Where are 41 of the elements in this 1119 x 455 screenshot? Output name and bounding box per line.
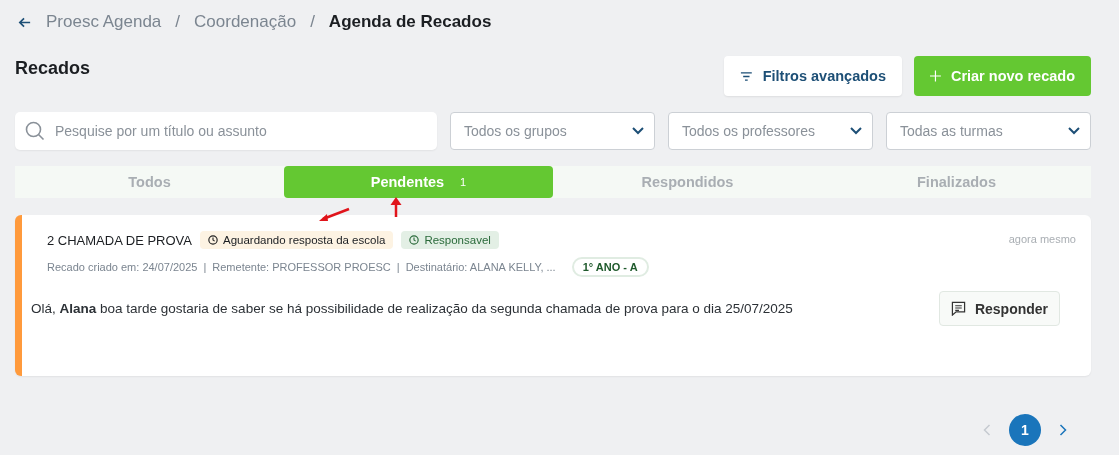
breadcrumb-item: Agenda de Recados [328, 12, 492, 32]
breadcrumb-separator: / [310, 12, 315, 32]
meta-separator: | [396, 261, 400, 273]
meta-separator: | [203, 261, 207, 273]
search-icon [25, 121, 45, 141]
annotation-arrow [389, 196, 403, 218]
next-page-icon[interactable] [1059, 424, 1067, 436]
role-tag: Responsavel [401, 231, 499, 249]
timestamp: agora mesmo [1008, 233, 1076, 245]
tab[interactable]: Pendentes 1 [284, 166, 553, 198]
clock-icon [207, 235, 218, 245]
dropdown[interactable]: Todas as turmas [886, 112, 1091, 150]
reply-button[interactable]: Responder [939, 291, 1060, 326]
tab[interactable]: Todos [15, 166, 284, 198]
message-meta: Destinatário: ALANA KELLY, ... [405, 261, 556, 273]
breadcrumb-item[interactable]: Coordenação [194, 12, 297, 32]
clock-icon [409, 235, 420, 245]
breadcrumb-separator: / [175, 12, 181, 32]
message-meta: Remetente: PROFESSOR PROESC [212, 261, 391, 273]
message-title: 2 CHAMADA DE PROVA [47, 232, 192, 248]
chat-icon [950, 301, 966, 316]
breadcrumb-item[interactable]: Proesc Agenda [46, 12, 162, 32]
annotation-arrow [317, 207, 351, 223]
dropdown[interactable]: Todos os professores [668, 112, 873, 150]
status-tag: Aguardando resposta da escola [199, 231, 394, 249]
message-body: Olá, Alana boa tarde gostaria de saber se há possibilidade de realização da segunda chamada de prova para o dia 25/07/2025 [31, 301, 793, 316]
plus-icon [930, 69, 941, 83]
chevron-down-icon [632, 127, 644, 135]
tab[interactable]: Finalizados [822, 166, 1091, 198]
create-button[interactable]: Criar novo recado [914, 56, 1091, 96]
chevron-down-icon [850, 127, 862, 135]
filter-icon [740, 70, 753, 82]
class-tag: 1° ANO - A [571, 257, 649, 277]
page-title: Recados [15, 58, 91, 79]
page-button[interactable]: 1 [1009, 414, 1041, 446]
message-meta: Recado criado em: 24/07/2025 [47, 261, 198, 273]
dropdown[interactable]: Todos os grupos [450, 112, 655, 150]
search-field[interactable]: Pesquise por um título ou assunto [15, 112, 437, 150]
advanced-filters-button[interactable]: Filtros avançados [724, 56, 902, 96]
chevron-down-icon [1068, 127, 1080, 135]
tab[interactable]: Respondidos [553, 166, 822, 198]
